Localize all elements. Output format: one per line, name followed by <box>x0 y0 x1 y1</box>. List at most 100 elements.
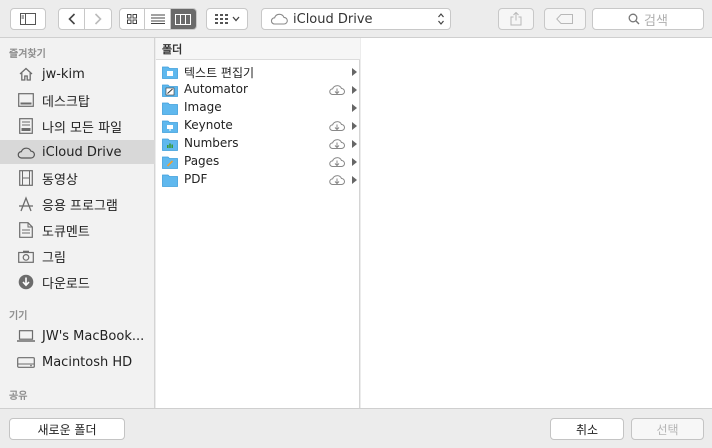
cloud-download-icon[interactable] <box>328 84 346 96</box>
cloud-icon <box>270 13 288 25</box>
grid-icon <box>127 14 138 24</box>
applications-icon <box>17 195 35 213</box>
folder-name: PDF <box>184 172 208 186</box>
folder-icon <box>162 102 178 115</box>
folder-row-keynote[interactable]: Keynote <box>156 117 360 135</box>
sidebar-item-label: 나의 모든 파일 <box>42 120 123 136</box>
list-view-button[interactable] <box>145 9 171 29</box>
folder-icon <box>162 138 178 151</box>
group-by-button[interactable] <box>206 8 248 30</box>
disclosure-arrow-icon <box>352 104 357 112</box>
choose-button[interactable]: 선택 <box>631 418 704 440</box>
sidebar-item-macbook[interactable]: JW's MacBook... <box>0 324 155 348</box>
all-files-icon <box>17 117 35 135</box>
path-label: iCloud Drive <box>293 11 373 27</box>
tag-button[interactable] <box>544 8 586 30</box>
bottom-bar: 새로운 폴더 취소 선택 <box>0 408 712 448</box>
document-icon <box>17 221 35 239</box>
sidebar-item-macintosh-hd[interactable]: Macintosh HD <box>0 350 155 374</box>
sidebar-item-desktop[interactable]: 데스크탑 <box>0 88 155 112</box>
folder-name: Image <box>184 100 222 114</box>
cloud-icon <box>17 143 35 161</box>
film-icon <box>17 169 35 187</box>
sidebar-item-applications[interactable]: 응용 프로그램 <box>0 192 155 216</box>
sidebar-section-shared: 공유 <box>9 391 28 402</box>
cloud-download-icon[interactable] <box>328 138 346 150</box>
sidebar-toggle-button[interactable] <box>10 8 46 30</box>
share-icon <box>510 12 522 26</box>
folder-row-pdf[interactable]: PDF <box>156 171 360 189</box>
folder-icon <box>162 156 178 169</box>
back-forward-control <box>58 8 112 30</box>
sidebar-item-downloads[interactable]: 다운로드 <box>0 270 155 294</box>
sidebar-icon <box>20 13 36 25</box>
folder-icon <box>162 120 178 133</box>
sidebar: 즐겨찾기 jw-kim 데스크탑 나의 모든 파일 iCloud Drive 동… <box>0 38 155 408</box>
columns-icon <box>175 13 192 25</box>
sidebar-item-documents[interactable]: 도큐멘트 <box>0 218 155 242</box>
column-view-button[interactable] <box>170 9 196 29</box>
search-icon <box>628 13 640 25</box>
home-icon <box>17 65 35 83</box>
sidebar-section-devices: 기기 <box>9 311 28 322</box>
folder-icon <box>162 174 178 187</box>
chevron-right-icon <box>94 13 102 25</box>
search-placeholder: 검색 <box>644 13 668 29</box>
sidebar-item-label: 동영상 <box>42 172 78 188</box>
folder-icon <box>162 84 178 97</box>
folder-row-image[interactable]: Image <box>156 99 360 117</box>
cloud-download-icon[interactable] <box>328 120 346 132</box>
sidebar-item-all-files[interactable]: 나의 모든 파일 <box>0 114 155 138</box>
sidebar-item-label: iCloud Drive <box>42 144 122 160</box>
disclosure-arrow-icon <box>352 140 357 148</box>
desktop-icon <box>17 91 35 109</box>
forward-button[interactable] <box>85 9 111 29</box>
sidebar-item-label: JW's MacBook... <box>42 328 145 344</box>
disclosure-arrow-icon <box>352 158 357 166</box>
chevron-left-icon <box>67 13 75 25</box>
sidebar-item-label: 다운로드 <box>42 276 90 292</box>
laptop-icon <box>17 327 35 345</box>
download-icon <box>17 273 35 291</box>
folder-name: Automator <box>184 82 248 96</box>
disclosure-arrow-icon <box>352 68 357 76</box>
column-folders: 폴더 텍스트 편집기 Automator Image Keynote Numbe… <box>156 38 360 408</box>
tag-icon <box>556 14 573 24</box>
cloud-download-icon[interactable] <box>328 156 346 168</box>
list-icon <box>150 14 165 24</box>
folder-row-automator[interactable]: Automator <box>156 81 360 99</box>
updown-arrows-icon <box>438 13 444 25</box>
folder-name: Keynote <box>184 118 233 132</box>
share-button[interactable] <box>498 8 534 30</box>
column-preview-empty <box>361 38 712 408</box>
new-folder-button[interactable]: 새로운 폴더 <box>9 418 125 440</box>
cloud-download-icon[interactable] <box>328 174 346 186</box>
folder-row-numbers[interactable]: Numbers <box>156 135 360 153</box>
cancel-button[interactable]: 취소 <box>550 418 624 440</box>
folder-row-textedit[interactable]: 텍스트 편집기 <box>156 63 360 81</box>
sidebar-item-label: 그림 <box>42 250 66 266</box>
disk-icon <box>17 353 35 371</box>
sidebar-item-pictures[interactable]: 그림 <box>0 244 155 268</box>
sidebar-item-label: 응용 프로그램 <box>42 198 118 214</box>
sidebar-item-label: 데스크탑 <box>42 94 90 110</box>
back-button[interactable] <box>59 9 86 29</box>
sidebar-section-favorites: 즐겨찾기 <box>9 49 46 60</box>
disclosure-arrow-icon <box>352 176 357 184</box>
folder-row-pages[interactable]: Pages <box>156 153 360 171</box>
disclosure-arrow-icon <box>352 86 357 94</box>
camera-icon <box>17 247 35 265</box>
folder-name: Numbers <box>184 136 239 150</box>
path-popup[interactable]: iCloud Drive <box>261 8 451 30</box>
sidebar-item-movies[interactable]: 동영상 <box>0 166 155 190</box>
sidebar-item-icloud-drive[interactable]: iCloud Drive <box>0 140 155 164</box>
search-field[interactable]: 검색 <box>592 8 704 30</box>
folder-name: 텍스트 편집기 <box>184 66 255 80</box>
chevron-down-icon <box>232 16 239 22</box>
sidebar-item-home[interactable]: jw-kim <box>0 62 155 86</box>
sidebar-item-label: 도큐멘트 <box>42 224 90 240</box>
folder-icon <box>162 66 178 79</box>
group-grid-icon <box>214 14 228 24</box>
icon-view-button[interactable] <box>120 9 146 29</box>
sidebar-item-label: jw-kim <box>42 66 85 82</box>
